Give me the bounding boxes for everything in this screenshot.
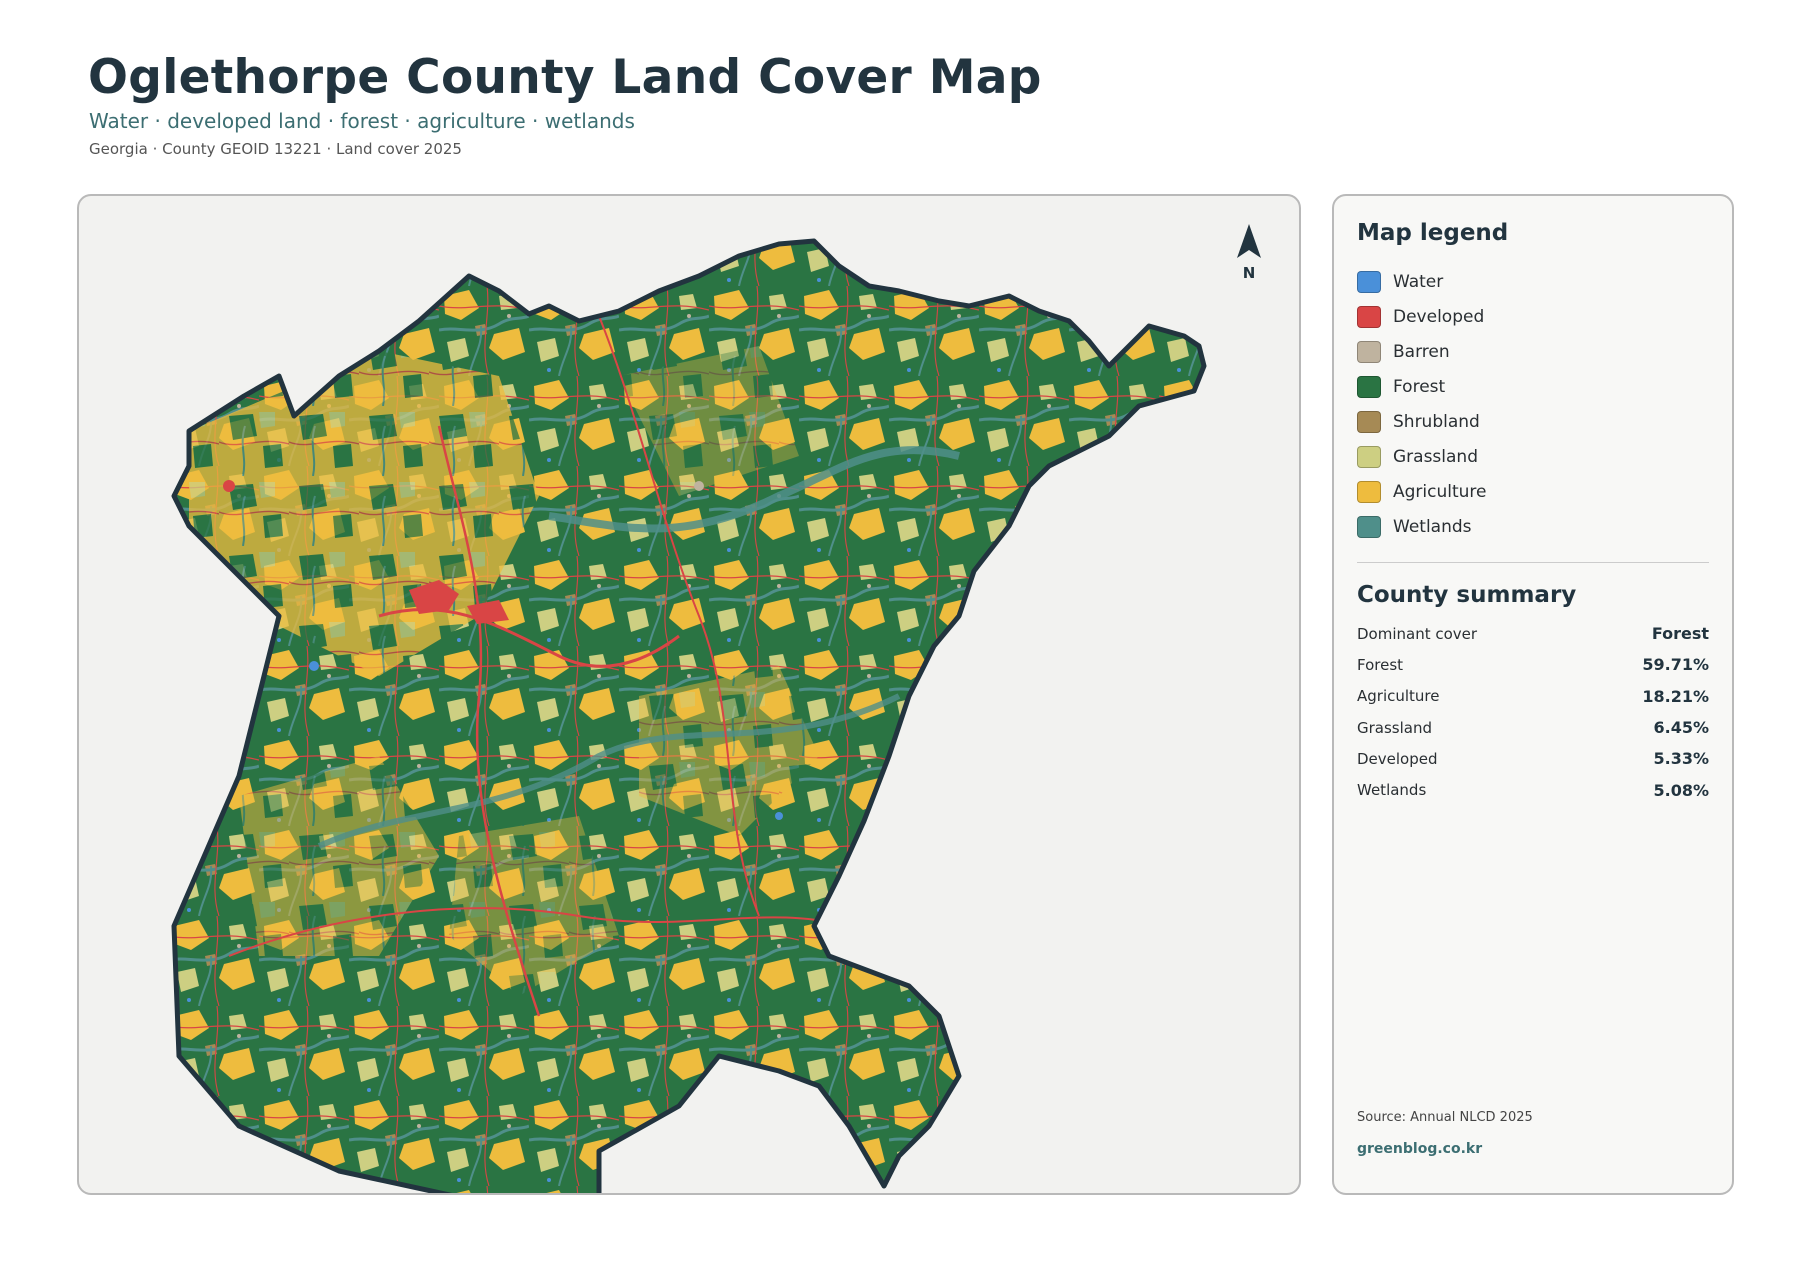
legend-swatch xyxy=(1357,445,1381,468)
panel-divider xyxy=(1357,562,1709,563)
summary-row: Wetlands 5.08% xyxy=(1357,774,1709,805)
legend-swatch xyxy=(1357,515,1381,538)
legend-label: Developed xyxy=(1393,306,1485,327)
legend-item-barren[interactable]: Barren xyxy=(1357,334,1697,369)
map-panel[interactable]: N xyxy=(77,194,1301,1195)
north-arrow-icon xyxy=(1237,224,1261,258)
summary-row: Dominant cover Forest xyxy=(1357,618,1709,649)
page-subtitle: Water · developed land · forest · agricu… xyxy=(89,109,635,133)
legend-label: Agriculture xyxy=(1393,481,1487,502)
legend-swatch xyxy=(1357,340,1381,363)
summary-row: Forest 59.71% xyxy=(1357,649,1709,680)
summary-key: Agriculture xyxy=(1357,687,1440,706)
north-arrow: N xyxy=(1229,224,1269,282)
legend-item-agriculture[interactable]: Agriculture xyxy=(1357,474,1697,509)
summary-value: 6.45% xyxy=(1653,718,1709,738)
legend-item-developed[interactable]: Developed xyxy=(1357,299,1697,334)
side-panel: Map legend Water Developed Barren Forest… xyxy=(1332,194,1734,1195)
legend-swatch xyxy=(1357,480,1381,503)
legend-label: Shrubland xyxy=(1393,411,1480,432)
summary-key: Grassland xyxy=(1357,718,1432,737)
summary-row: Grassland 6.45% xyxy=(1357,712,1709,743)
page-title: Oglethorpe County Land Cover Map xyxy=(88,50,1042,105)
legend-swatch xyxy=(1357,305,1381,328)
summary-row: Agriculture 18.21% xyxy=(1357,681,1709,712)
legend-item-water[interactable]: Water xyxy=(1357,264,1697,299)
summary-key: Wetlands xyxy=(1357,781,1427,800)
legend-label: Water xyxy=(1393,271,1444,292)
legend-label: Wetlands xyxy=(1393,516,1472,537)
legend-label: Grassland xyxy=(1393,446,1478,467)
summary-row: Developed 5.33% xyxy=(1357,743,1709,774)
legend-swatch xyxy=(1357,270,1381,293)
legend-swatch xyxy=(1357,375,1381,398)
legend-item-shrubland[interactable]: Shrubland xyxy=(1357,404,1697,439)
county-map[interactable] xyxy=(79,196,1301,1195)
summary-title: County summary xyxy=(1357,582,1577,608)
credit-link[interactable]: greenblog.co.kr xyxy=(1357,1141,1482,1157)
legend-swatch xyxy=(1357,410,1381,433)
legend-item-wetlands[interactable]: Wetlands xyxy=(1357,509,1697,544)
summary-key: Forest xyxy=(1357,655,1404,674)
summary-value: Forest xyxy=(1651,624,1709,644)
legend-title: Map legend xyxy=(1357,220,1509,246)
summary-value: 5.33% xyxy=(1653,749,1709,769)
summary-value: 59.71% xyxy=(1642,655,1709,675)
page-meta: Georgia · County GEOID 13221 · Land cove… xyxy=(89,140,462,158)
county-summary: Dominant cover Forest Forest 59.71% Agri… xyxy=(1357,618,1709,806)
summary-value: 5.08% xyxy=(1653,780,1709,800)
legend-list: Water Developed Barren Forest Shrubland … xyxy=(1357,264,1697,544)
legend-label: Barren xyxy=(1393,341,1450,362)
legend-item-grassland[interactable]: Grassland xyxy=(1357,439,1697,474)
summary-key: Dominant cover xyxy=(1357,624,1478,643)
summary-key: Developed xyxy=(1357,749,1438,768)
legend-label: Forest xyxy=(1393,376,1446,397)
summary-value: 18.21% xyxy=(1642,686,1709,706)
legend-item-forest[interactable]: Forest xyxy=(1357,369,1697,404)
north-label: N xyxy=(1242,264,1256,282)
data-source: Source: Annual NLCD 2025 xyxy=(1357,1110,1533,1125)
